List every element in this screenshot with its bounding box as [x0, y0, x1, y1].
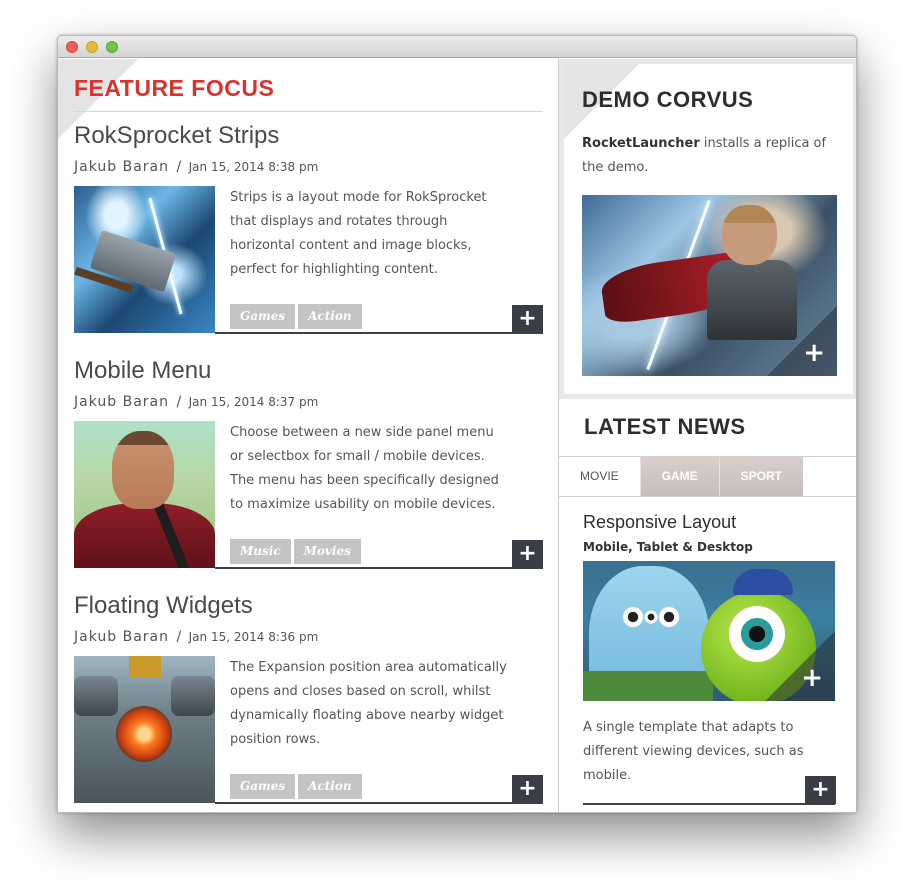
article-author: Jakub Baran	[74, 629, 169, 645]
feature-focus-section: Feature Focus RokSprocket Strips Jakub B…	[58, 59, 558, 812]
read-more-button[interactable]: +	[512, 540, 543, 568]
news-item-description: A single template that adapts to differe…	[583, 720, 804, 783]
tag-link[interactable]: Action	[298, 304, 362, 329]
image-corner-overlay	[765, 631, 835, 701]
browser-window: Feature Focus RokSprocket Strips Jakub B…	[57, 35, 857, 813]
article-title[interactable]: Mobile Menu	[74, 357, 211, 385]
article-tags: Music Movies	[230, 539, 361, 564]
article-description: The Expansion position area automaticall…	[230, 660, 507, 747]
tag-link[interactable]: Action	[298, 774, 362, 799]
article-author: Jakub Baran	[74, 159, 169, 175]
page-content: Feature Focus RokSprocket Strips Jakub B…	[58, 59, 856, 812]
meta-separator: /	[176, 394, 182, 410]
article-thumbnail[interactable]	[74, 656, 215, 803]
article-date: Jan 15, 2014 8:37 pm	[188, 395, 319, 409]
article-underline	[215, 567, 543, 569]
article-tags: Games Action	[230, 774, 362, 799]
meta-separator: /	[176, 629, 182, 645]
article-tags: Games Action	[230, 304, 362, 329]
tab-movie[interactable]: Movie	[559, 457, 640, 496]
tab-game[interactable]: Game	[639, 457, 719, 496]
read-more-button[interactable]: +	[512, 305, 543, 333]
article-card: Floating Widgets Jakub Baran / Jan 15, 2…	[74, 592, 543, 812]
news-tabs: Movie Game Sport	[559, 457, 804, 496]
tag-link[interactable]: Music	[230, 539, 291, 564]
demo-image[interactable]: +	[582, 195, 837, 376]
article-date: Jan 15, 2014 8:38 pm	[188, 160, 319, 174]
plus-icon[interactable]: +	[801, 665, 823, 691]
article-thumbnail[interactable]	[74, 186, 215, 333]
tag-link[interactable]: Games	[230, 304, 296, 329]
article-card: RokSprocket Strips Jakub Baran / Jan 15,…	[74, 122, 543, 347]
section-divider	[74, 111, 543, 112]
tabs-bottom-border	[559, 496, 856, 497]
latest-news-title: Latest News	[584, 414, 746, 439]
zoom-window-button[interactable]	[106, 41, 118, 53]
demo-corvus-box: Demo Corvus RocketLauncher installs a re…	[559, 59, 856, 399]
article-date: Jan 15, 2014 8:36 pm	[188, 630, 319, 644]
demo-title: Demo Corvus	[582, 87, 754, 112]
tag-link[interactable]: Movies	[293, 539, 361, 564]
read-more-button[interactable]: +	[805, 776, 836, 804]
sidebar: Demo Corvus RocketLauncher installs a re…	[559, 59, 856, 812]
plus-icon[interactable]: +	[803, 340, 825, 366]
meta-separator: /	[176, 159, 182, 175]
article-title[interactable]: RokSprocket Strips	[74, 122, 279, 150]
minimize-window-button[interactable]	[86, 41, 98, 53]
read-more-button[interactable]: +	[512, 775, 543, 803]
article-meta: Jakub Baran / Jan 15, 2014 8:36 pm	[74, 629, 318, 645]
news-underline	[583, 803, 835, 805]
article-underline	[215, 802, 543, 804]
image-corner-overlay	[767, 306, 837, 376]
article-underline	[215, 332, 543, 334]
article-meta: Jakub Baran / Jan 15, 2014 8:37 pm	[74, 394, 318, 410]
tag-link[interactable]: Games	[230, 774, 296, 799]
section-title: Feature Focus	[74, 75, 275, 101]
demo-text: RocketLauncher installs a replica of the…	[582, 132, 832, 180]
article-description: Choose between a new side panel menu or …	[230, 425, 499, 512]
article-description: Strips is a layout mode for RokSprocket …	[230, 190, 487, 277]
news-item-image[interactable]: +	[583, 561, 835, 701]
article-title[interactable]: Floating Widgets	[74, 592, 253, 620]
demo-text-strong: RocketLauncher	[582, 136, 700, 151]
news-item-subtitle: Mobile, Tablet & Desktop	[583, 540, 753, 554]
article-thumbnail[interactable]	[74, 421, 215, 568]
article-card: Mobile Menu Jakub Baran / Jan 15, 2014 8…	[74, 357, 543, 582]
news-item-title[interactable]: Responsive Layout	[583, 512, 736, 533]
window-titlebar	[58, 36, 856, 58]
article-author: Jakub Baran	[74, 394, 169, 410]
close-window-button[interactable]	[66, 41, 78, 53]
tab-sport[interactable]: Sport	[718, 457, 804, 496]
article-meta: Jakub Baran / Jan 15, 2014 8:38 pm	[74, 159, 318, 175]
